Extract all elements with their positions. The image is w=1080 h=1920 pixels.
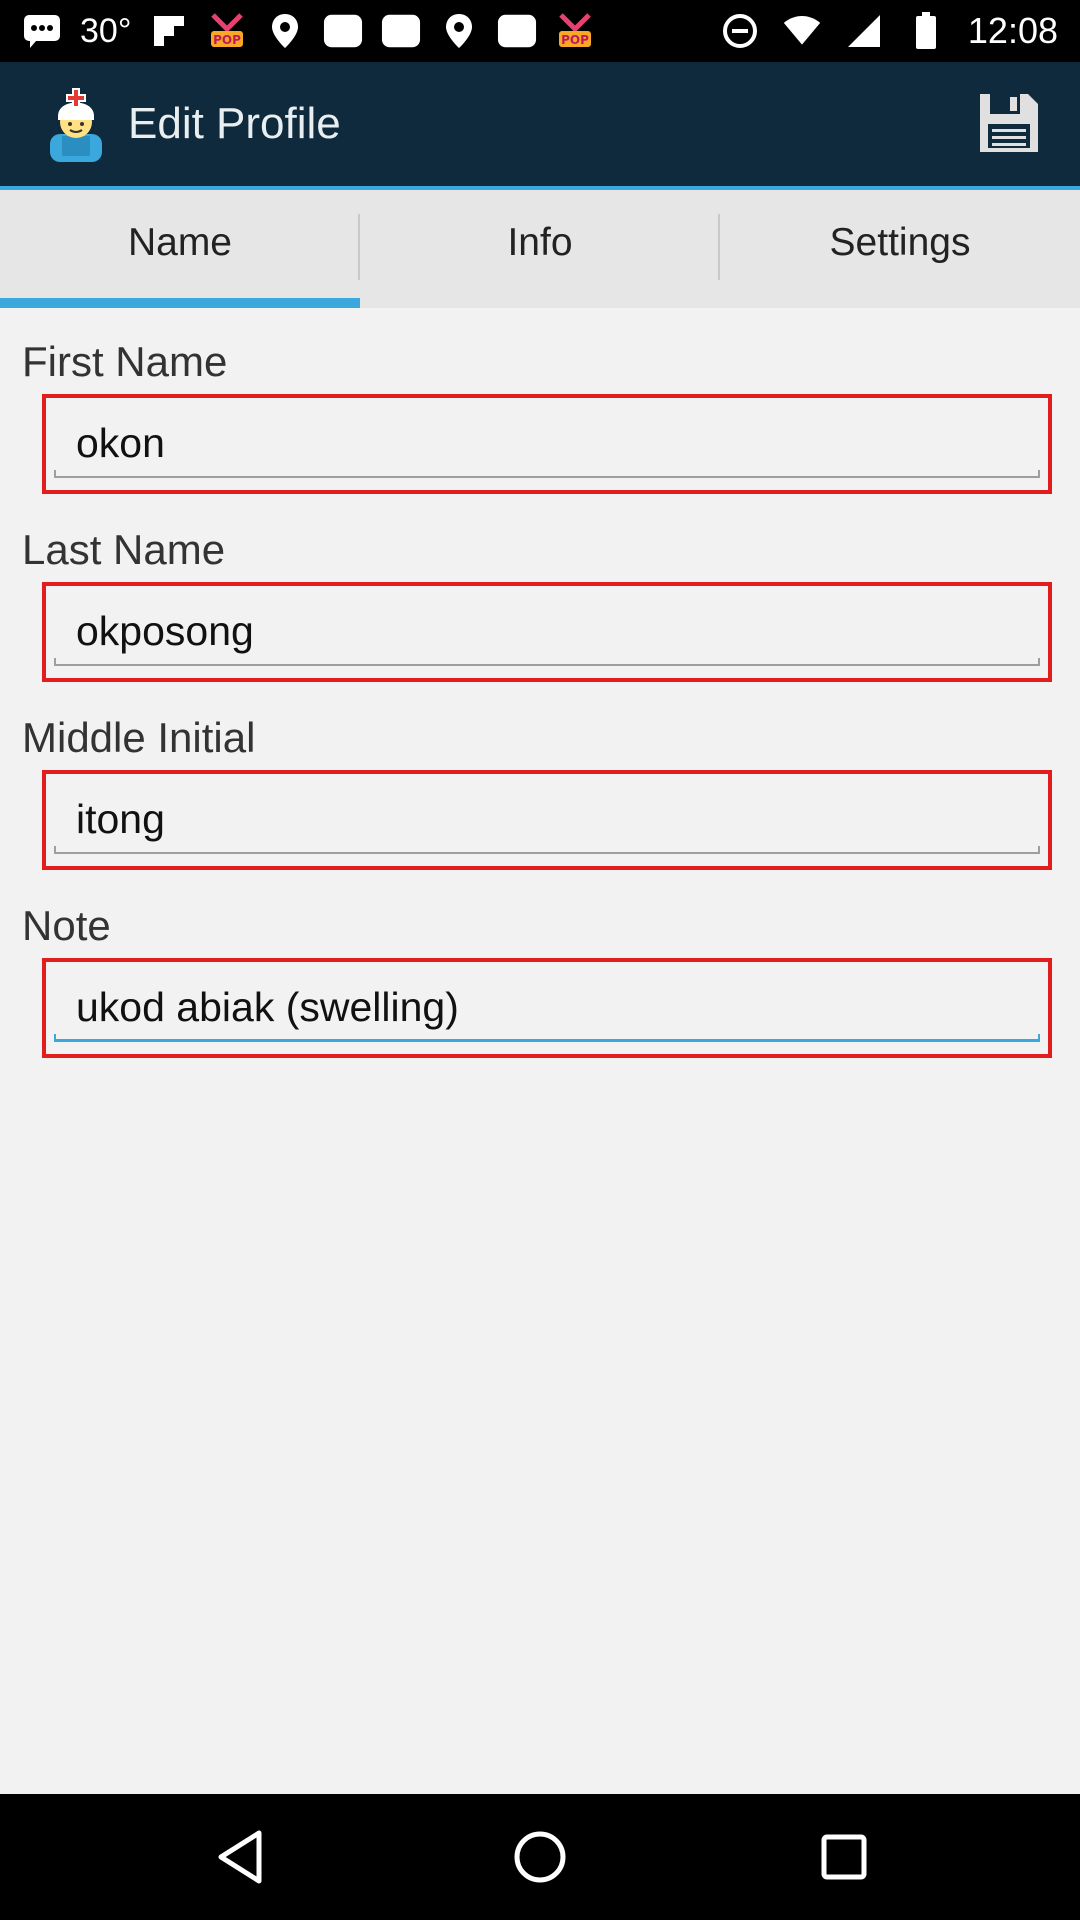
floppy-disk-icon[interactable]	[978, 92, 1040, 154]
first-name-field[interactable]: okon	[42, 394, 1052, 494]
first-name-underline	[54, 470, 1040, 478]
navigation-bar	[0, 1794, 1080, 1920]
messages-icon	[22, 12, 62, 50]
tab-bar: Name Info Settings	[0, 190, 1080, 308]
svg-text:POP: POP	[214, 33, 242, 47]
status-bar: 30° POP POP 12:08	[0, 0, 1080, 62]
back-icon[interactable]	[210, 1827, 270, 1887]
square-icon	[323, 12, 363, 50]
clock: 12:08	[967, 10, 1058, 51]
note-field[interactable]: ukod abiak (swelling)	[42, 958, 1052, 1058]
last-name-field[interactable]: okposong	[42, 582, 1052, 682]
temperature-text: 30°	[80, 11, 132, 50]
recents-icon[interactable]	[814, 1827, 874, 1887]
last-name-underline	[54, 658, 1040, 666]
home-icon[interactable]	[510, 1827, 570, 1887]
middle-initial-underline	[54, 846, 1040, 854]
middle-initial-label: Middle Initial	[22, 714, 256, 761]
last-name-label: Last Name	[22, 526, 226, 573]
tab-info-label: Info	[507, 221, 573, 264]
note-underline	[54, 1034, 1040, 1042]
location-icon	[439, 12, 479, 50]
nurse-icon[interactable]	[40, 86, 116, 162]
middle-initial-value: itong	[76, 796, 165, 842]
screen-title: Edit Profile	[128, 99, 341, 148]
tab-name-label: Name	[127, 221, 233, 264]
action-bar: Edit Profile	[0, 62, 1080, 186]
pop-icon: POP	[555, 11, 595, 51]
flipboard-icon	[149, 12, 189, 50]
first-name-value: okon	[76, 420, 165, 466]
middle-initial-field[interactable]: itong	[42, 770, 1052, 870]
tab-divider	[358, 214, 360, 280]
wifi-icon	[782, 12, 822, 50]
svg-text:POP: POP	[562, 33, 590, 47]
square-icon	[381, 12, 421, 50]
tab-info[interactable]: Info	[360, 190, 720, 308]
first-name-label: First Name	[22, 338, 228, 385]
tab-settings[interactable]: Settings	[720, 190, 1080, 308]
square-icon	[497, 12, 537, 50]
note-label: Note	[22, 902, 111, 949]
signal-icon	[844, 12, 884, 50]
location-icon	[265, 12, 305, 50]
last-name-value: okposong	[76, 608, 254, 654]
tab-settings-label: Settings	[829, 221, 971, 264]
pop-icon: POP	[207, 11, 247, 51]
battery-icon	[906, 12, 946, 50]
tab-divider	[718, 214, 720, 280]
do-not-disturb-icon	[720, 12, 760, 50]
tab-name[interactable]: Name	[0, 190, 360, 308]
